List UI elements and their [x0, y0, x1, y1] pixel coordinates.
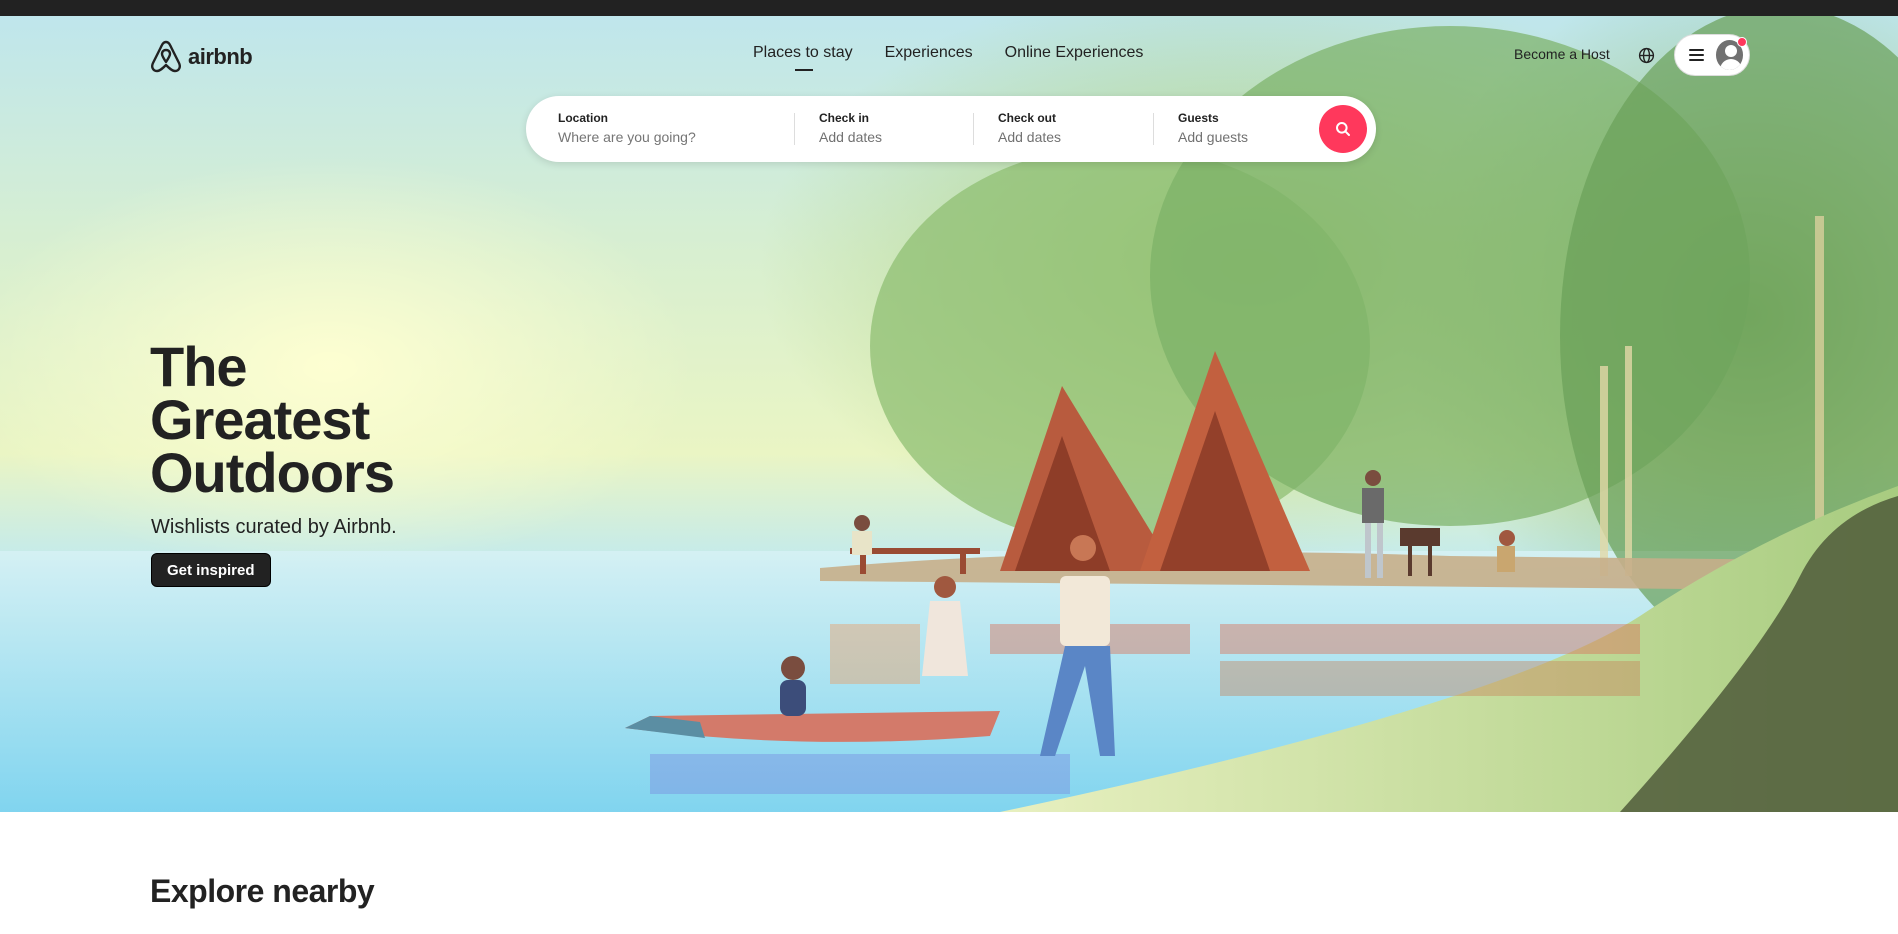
check-in-value: Add dates	[819, 129, 883, 145]
check-in-field[interactable]: Check in Add dates	[819, 111, 882, 145]
check-out-label: Check out	[998, 111, 1057, 125]
get-inspired-button[interactable]: Get inspired	[151, 553, 271, 587]
search-button[interactable]	[1319, 105, 1367, 153]
hero-title: The Greatest Outdoors	[150, 335, 470, 504]
browser-top-bar	[0, 0, 1898, 16]
hero-title-line: Greatest	[150, 388, 370, 451]
guests-field[interactable]: Guests Add guests	[1178, 111, 1248, 145]
search-divider	[794, 113, 795, 145]
hamburger-icon	[1689, 49, 1704, 61]
search-divider	[973, 113, 974, 145]
airbnb-logo-icon	[151, 40, 181, 73]
location-field[interactable]: Location	[558, 111, 758, 145]
airbnb-logo[interactable]: airbnb	[150, 40, 253, 74]
location-input[interactable]	[558, 129, 758, 145]
nav-experiences[interactable]: Experiences	[885, 44, 973, 62]
search-bar: Location Check in Add dates Check out Ad…	[526, 96, 1376, 162]
globe-icon[interactable]	[1638, 47, 1655, 64]
search-icon	[1336, 122, 1350, 136]
notification-dot	[1737, 37, 1747, 47]
check-out-field[interactable]: Check out Add dates	[998, 111, 1061, 145]
hero-title-line: The	[150, 335, 248, 398]
nav-places-to-stay[interactable]: Places to stay	[753, 44, 853, 71]
hero-subtitle: Wishlists curated by Airbnb.	[151, 516, 397, 538]
location-label: Location	[558, 111, 608, 125]
check-in-label: Check in	[819, 111, 870, 125]
nav-online-experiences[interactable]: Online Experiences	[1005, 44, 1144, 62]
guests-label: Guests	[1178, 111, 1219, 125]
become-host-link[interactable]: Become a Host	[1514, 46, 1610, 62]
search-divider	[1153, 113, 1154, 145]
hero-title-line: Outdoors	[150, 441, 395, 504]
logo-wordmark: airbnb	[188, 44, 253, 69]
main-nav: Places to stay Experiences Online Experi…	[753, 44, 1144, 71]
explore-nearby-heading: Explore nearby	[150, 873, 375, 909]
guests-value: Add guests	[1178, 129, 1249, 145]
check-out-value: Add dates	[998, 129, 1062, 145]
